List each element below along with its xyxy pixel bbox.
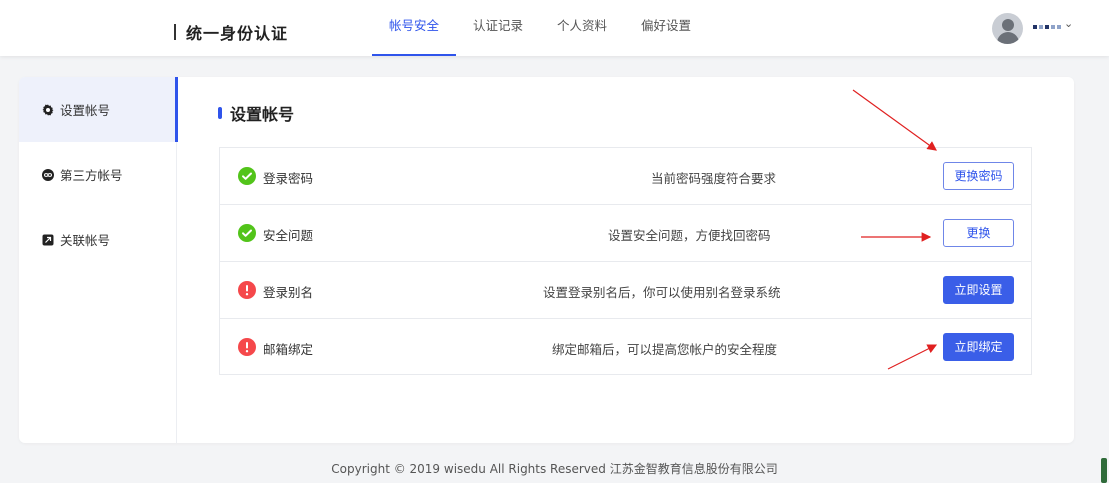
main-nav: 帐号安全 认证记录 个人资料 偏好设置 <box>372 0 708 56</box>
row-description: 当前密码强度符合要求 <box>651 171 777 186</box>
tab-auth-records[interactable]: 认证记录 <box>456 0 540 56</box>
footer-copyright: Copyright © 2019 wisedu All Rights Reser… <box>331 462 778 476</box>
row-label: 登录别名 <box>263 285 314 300</box>
bind-email-button[interactable]: 立即绑定 <box>943 333 1014 361</box>
app-title: 统一身份认证 <box>186 24 289 43</box>
row-label: 登录密码 <box>263 171 314 186</box>
warning-circle-icon <box>238 281 256 299</box>
table-row-security-question: 安全问题 设置安全问题，方便找回密码 更换 <box>220 205 1031 262</box>
set-alias-button[interactable]: 立即设置 <box>943 276 1014 304</box>
sidebar-item-third-party[interactable]: 第三方帐号 <box>19 142 177 207</box>
sidebar-item-linked-accounts[interactable]: 关联帐号 <box>19 207 177 272</box>
row-description: 设置登录别名后，你可以使用别名登录系统 <box>543 285 781 300</box>
table-row-login-alias: 登录别名 设置登录别名后，你可以使用别名登录系统 立即设置 <box>220 262 1031 319</box>
tab-profile[interactable]: 个人资料 <box>540 0 624 56</box>
tab-preferences[interactable]: 偏好设置 <box>624 0 708 56</box>
section-title: 设置帐号 <box>218 101 294 125</box>
main-card: 设置帐号 第三方帐号 关联帐号 设置帐号 登录密码 当前密码强度符合要求 更换密… <box>19 77 1074 443</box>
page-title: 设置帐号 <box>230 105 295 124</box>
row-description: 设置安全问题，方便找回密码 <box>608 228 771 243</box>
change-security-question-button[interactable]: 更换 <box>943 219 1014 247</box>
gear-icon <box>42 104 54 116</box>
sidebar-item-label: 设置帐号 <box>60 103 111 118</box>
table-row-password: 登录密码 当前密码强度符合要求 更换密码 <box>220 148 1031 205</box>
table-row-email-binding: 邮箱绑定 绑定邮箱后，可以提高您帐户的安全程度 立即绑定 <box>220 319 1031 376</box>
settings-table: 登录密码 当前密码强度符合要求 更换密码 安全问题 设置安全问题，方便找回密码 … <box>219 147 1032 375</box>
brand-divider <box>174 24 176 40</box>
sidebar-item-label: 关联帐号 <box>60 233 111 248</box>
sidebar: 设置帐号 第三方帐号 关联帐号 <box>19 77 178 443</box>
top-header: 统一身份认证 帐号安全 认证记录 个人资料 偏好设置 ⌄ <box>0 0 1109 56</box>
check-circle-icon <box>238 167 256 185</box>
title-marker <box>218 107 222 119</box>
warning-circle-icon <box>238 338 256 356</box>
link-icon <box>42 168 54 181</box>
linked-account-icon <box>42 234 54 246</box>
change-password-button[interactable]: 更换密码 <box>943 162 1014 190</box>
chevron-down-icon[interactable]: ⌄ <box>1064 17 1073 30</box>
row-label: 安全问题 <box>263 228 314 243</box>
sidebar-item-label: 第三方帐号 <box>60 168 123 183</box>
tab-account-security[interactable]: 帐号安全 <box>372 0 457 56</box>
user-name-pixelated[interactable] <box>1033 21 1063 33</box>
brand: 统一身份认证 <box>174 20 288 44</box>
row-description: 绑定邮箱后，可以提高您帐户的安全程度 <box>552 342 778 357</box>
row-label: 邮箱绑定 <box>263 342 314 357</box>
avatar[interactable] <box>992 13 1023 44</box>
sidebar-item-account-settings[interactable]: 设置帐号 <box>19 77 178 142</box>
check-circle-icon <box>238 224 256 242</box>
scroll-handle[interactable] <box>1101 458 1107 483</box>
